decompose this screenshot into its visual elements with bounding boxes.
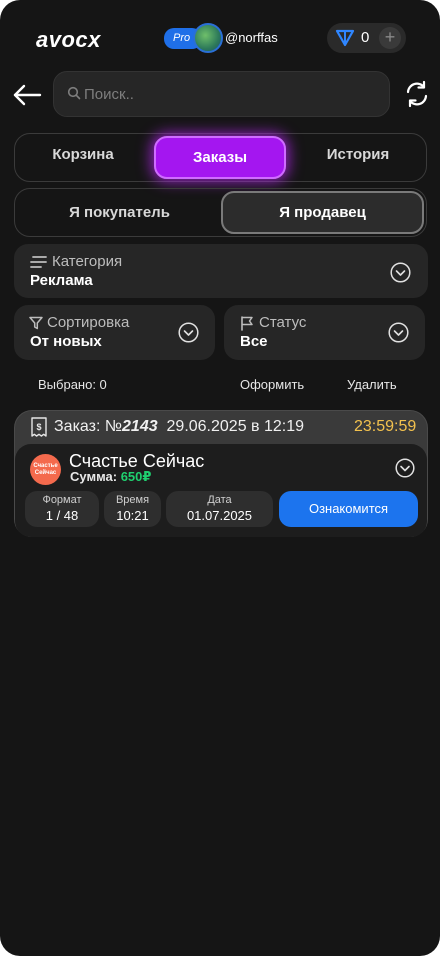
category-title: Категория bbox=[52, 253, 123, 270]
shop-logo: Счастье Сейчас bbox=[30, 454, 61, 485]
format-title: Формат bbox=[42, 494, 82, 506]
selected-count: Выбрано: 0 bbox=[38, 377, 107, 392]
role-buyer[interactable]: Я покупатель bbox=[22, 204, 217, 221]
order-sum: Сумма: 650₽ bbox=[70, 469, 151, 485]
order-datetime: 29.06.2025 в 12:19 bbox=[166, 418, 305, 435]
time-value: 10:21 bbox=[116, 508, 149, 523]
status-value: Все bbox=[240, 333, 268, 350]
svg-text:$: $ bbox=[36, 422, 41, 432]
back-arrow-icon[interactable] bbox=[12, 82, 42, 108]
order-timer: 23:59:59 bbox=[354, 418, 417, 435]
chevron-down-icon[interactable] bbox=[390, 262, 411, 283]
date-title: Дата bbox=[207, 494, 232, 506]
chevron-down-icon[interactable] bbox=[388, 322, 409, 343]
tab-history[interactable]: История bbox=[298, 146, 418, 163]
wallet-count: 0 bbox=[361, 29, 370, 46]
phone-screen: avocx Pro @norffas 0 + Корзина Заказы Ис… bbox=[0, 0, 440, 956]
time-title: Время bbox=[115, 494, 150, 506]
app-logo: avocx bbox=[36, 27, 101, 52]
sort-value: От новых bbox=[30, 333, 102, 350]
chevron-down-icon[interactable] bbox=[395, 458, 415, 478]
order-number: 2143 bbox=[122, 418, 158, 435]
sum-label: Сумма: bbox=[70, 469, 118, 484]
refresh-icon[interactable] bbox=[404, 80, 430, 108]
delete-button[interactable]: Удалить bbox=[347, 377, 397, 392]
receipt-icon: $ bbox=[31, 417, 47, 437]
search-input[interactable] bbox=[84, 83, 374, 105]
plus-icon[interactable]: + bbox=[379, 27, 401, 49]
username[interactable]: @norffas bbox=[225, 30, 278, 45]
date-value: 01.07.2025 bbox=[186, 508, 253, 523]
category-value: Реклама bbox=[30, 272, 93, 289]
sum-value: 650₽ bbox=[120, 469, 152, 484]
filter-icon bbox=[29, 316, 43, 330]
search-icon bbox=[67, 86, 81, 100]
time-pill: Время 10:21 bbox=[104, 491, 161, 527]
open-order-button[interactable]: Ознакомится bbox=[279, 491, 418, 527]
role-seller[interactable]: Я продавец bbox=[221, 191, 424, 234]
sort-title: Сортировка bbox=[47, 314, 130, 331]
order-title-prefix: Заказ: № bbox=[54, 418, 123, 435]
date-pill: Дата 01.07.2025 bbox=[166, 491, 273, 527]
flag-icon bbox=[241, 316, 253, 331]
format-value: 1 / 48 bbox=[45, 508, 79, 523]
checkout-button[interactable]: Оформить bbox=[240, 377, 304, 392]
wallet-icon bbox=[335, 29, 355, 47]
tab-orders[interactable]: Заказы bbox=[154, 136, 286, 179]
format-pill: Формат 1 / 48 bbox=[25, 491, 99, 527]
chevron-down-icon[interactable] bbox=[178, 322, 199, 343]
lines-icon bbox=[30, 256, 47, 268]
avatar[interactable] bbox=[193, 23, 223, 53]
order-title: Заказ: №2143 29.06.2025 в 12:19 bbox=[54, 418, 304, 436]
tab-cart[interactable]: Корзина bbox=[24, 146, 142, 163]
status-title: Статус bbox=[259, 314, 307, 331]
